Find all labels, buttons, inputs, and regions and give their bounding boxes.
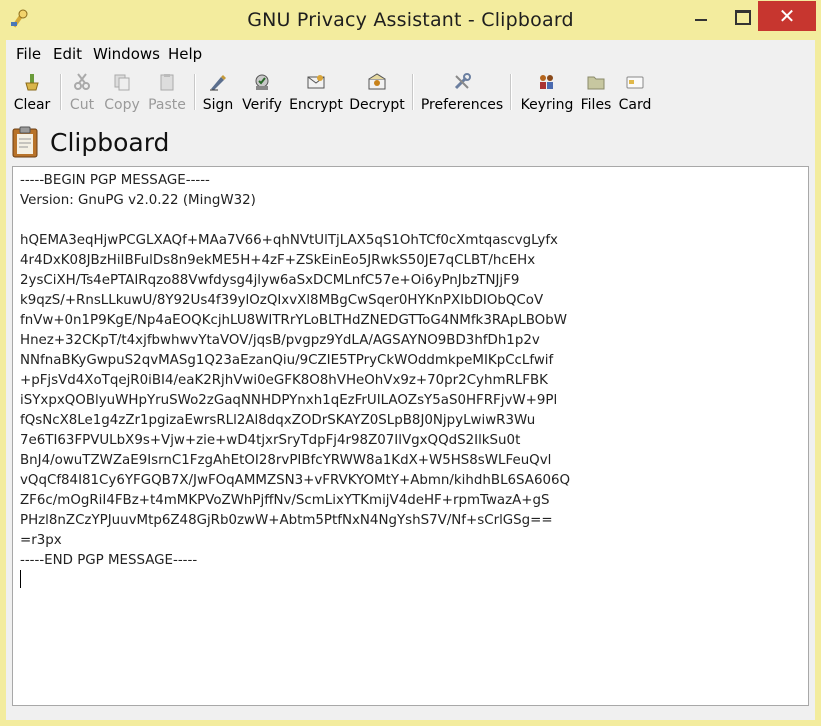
paste-icon	[160, 74, 174, 91]
clipboard-icon	[12, 126, 38, 158]
window-client-area: File Edit Windows Help Clear Cut Copy Pa…	[6, 40, 815, 720]
toolbar-separator	[412, 74, 414, 110]
scissors-icon	[74, 73, 90, 90]
folder-icon	[587, 76, 605, 90]
keyring-label: Keyring	[520, 97, 574, 113]
cut-label: Cut	[69, 97, 95, 113]
toolbar: Clear Cut Copy Paste Sign Verify Encrypt…	[6, 66, 815, 116]
files-button[interactable]: Files	[578, 70, 614, 116]
page-heading: Clipboard	[6, 124, 815, 164]
encrypt-label: Encrypt	[289, 97, 343, 113]
window-bottom-edge	[6, 712, 815, 720]
sign-button[interactable]: Sign	[198, 70, 238, 116]
menu-bar: File Edit Windows Help	[6, 40, 815, 66]
cut-button[interactable]: Cut	[64, 70, 100, 116]
card-button[interactable]: Card	[616, 70, 654, 116]
sign-pen-icon	[210, 75, 226, 91]
menu-help[interactable]: Help	[168, 45, 202, 63]
toolbar-separator	[510, 74, 512, 110]
copy-icon	[114, 74, 130, 91]
paste-button[interactable]: Paste	[146, 70, 188, 116]
preferences-button[interactable]: Preferences	[420, 70, 504, 116]
encrypt-envelope-icon	[307, 75, 325, 89]
title-bar[interactable]: GNU Privacy Assistant - Clipboard ✕	[0, 0, 821, 40]
menu-windows[interactable]: Windows	[93, 45, 160, 63]
maximize-button[interactable]	[724, 1, 758, 31]
copy-label: Copy	[104, 97, 140, 113]
text-cursor	[20, 570, 21, 588]
page-title: Clipboard	[50, 128, 170, 157]
close-icon: ✕	[778, 4, 796, 28]
copy-button[interactable]: Copy	[100, 70, 144, 116]
paste-label: Paste	[148, 97, 186, 113]
menu-file[interactable]: File	[16, 45, 41, 63]
clear-broom-icon	[25, 74, 39, 91]
keyring-button[interactable]: Keyring	[518, 70, 576, 116]
verify-label: Verify	[242, 97, 282, 113]
preferences-label: Preferences	[420, 97, 504, 113]
decrypt-envelope-icon	[368, 73, 386, 90]
keyring-people-icon	[540, 75, 553, 89]
toolbar-separator	[60, 74, 62, 110]
preferences-tools-icon	[454, 73, 471, 90]
files-label: Files	[580, 97, 612, 113]
minimize-button[interactable]	[685, 1, 717, 31]
smartcard-icon	[626, 76, 644, 89]
clear-label: Clear	[13, 97, 51, 113]
decrypt-button[interactable]: Decrypt	[348, 70, 406, 116]
verify-button[interactable]: Verify	[240, 70, 284, 116]
card-label: Card	[618, 97, 652, 113]
close-button[interactable]: ✕	[758, 1, 816, 31]
decrypt-label: Decrypt	[349, 97, 405, 113]
menu-edit[interactable]: Edit	[53, 45, 82, 63]
clear-button[interactable]: Clear	[10, 70, 54, 116]
toolbar-separator	[194, 74, 196, 110]
sign-label: Sign	[202, 97, 234, 113]
clipboard-content[interactable]: -----BEGIN PGP MESSAGE----- Version: Gnu…	[20, 171, 570, 571]
app-window: GNU Privacy Assistant - Clipboard ✕ File…	[0, 0, 821, 726]
clipboard-text-area[interactable]: -----BEGIN PGP MESSAGE----- Version: Gnu…	[12, 166, 809, 706]
encrypt-button[interactable]: Encrypt	[288, 70, 344, 116]
verify-seal-icon	[255, 74, 269, 90]
